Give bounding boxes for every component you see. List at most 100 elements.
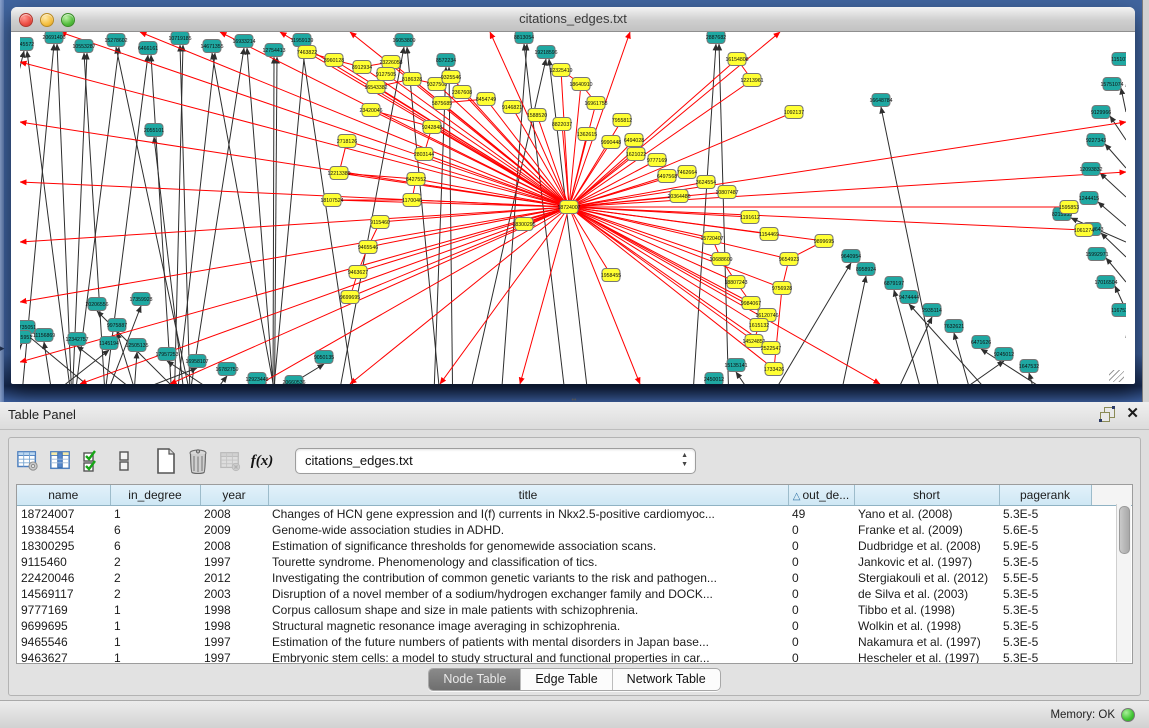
network-node[interactable]: 12505135 xyxy=(125,339,148,352)
network-node-selected[interactable]: 9242848 xyxy=(422,121,442,134)
network-node[interactable]: 20691406 xyxy=(42,32,65,44)
network-node-selected[interactable]: 2803144 xyxy=(414,148,434,161)
network-node-selected[interactable]: 10807487 xyxy=(715,186,738,199)
network-node-selected[interactable]: 9127505 xyxy=(376,68,396,81)
column-header-title[interactable]: title xyxy=(268,485,788,506)
network-node[interactable]: 1647532 xyxy=(1019,360,1039,373)
network-node-selected[interactable]: 1588520 xyxy=(527,109,547,122)
network-node-selected[interactable]: 20364486 xyxy=(667,190,690,203)
network-node-selected[interactable]: 8454749 xyxy=(476,93,496,106)
network-node-selected[interactable]: 9325546 xyxy=(441,71,461,84)
table-row[interactable]: 977716911998Corpus callosum shape and si… xyxy=(17,602,1132,618)
column-header-out_de[interactable]: △out_de... xyxy=(788,485,854,506)
network-node[interactable]: 1151074 xyxy=(1111,53,1126,66)
network-node-selected[interactable]: 2718126 xyxy=(337,135,357,148)
network-node-selected[interactable]: 1958455 xyxy=(601,269,621,282)
network-node[interactable]: 1167533 xyxy=(1111,304,1126,317)
table-row[interactable]: 1938455462009Genome-wide association stu… xyxy=(17,522,1132,538)
network-node-selected[interactable]: 8186328 xyxy=(402,73,422,86)
float-panel-button[interactable] xyxy=(1100,407,1114,421)
network-node[interactable]: 12754413 xyxy=(262,44,285,57)
network-node[interactable]: 20660536 xyxy=(282,376,305,385)
column-visibility-button[interactable] xyxy=(47,448,73,474)
network-node-selected[interactable]: 23226058 xyxy=(379,56,402,69)
network-node[interactable]: 1145194 xyxy=(99,337,119,350)
network-node[interactable]: 17359928 xyxy=(129,293,152,306)
network-node-selected[interactable]: 1595853 xyxy=(1059,201,1079,214)
network-node-selected[interactable]: 9990448 xyxy=(601,136,621,149)
network-node[interactable]: 3915951 xyxy=(20,331,32,344)
network-node-selected[interactable]: 16961758 xyxy=(584,97,607,110)
network-node[interactable]: 9227343 xyxy=(1086,134,1106,147)
network-node-selected[interactable]: 16154808 xyxy=(725,53,748,66)
tab-node-table[interactable]: Node Table xyxy=(429,669,521,690)
network-node-selected[interactable]: 1621022 xyxy=(626,148,646,161)
network-node-selected[interactable]: 8912934 xyxy=(352,61,372,74)
citation-network-graph[interactable]: 2045572206914061055328715278602646616110… xyxy=(20,32,1126,384)
network-node-selected[interactable]: 18300295 xyxy=(512,218,535,231)
column-header-short[interactable]: short xyxy=(854,485,999,506)
network-node-selected[interactable]: 8427552 xyxy=(406,173,426,186)
trash-button[interactable] xyxy=(185,448,211,474)
network-node[interactable]: 2055101 xyxy=(144,124,164,137)
network-node[interactable]: 8958924 xyxy=(856,263,876,276)
rows-button[interactable] xyxy=(111,448,137,474)
network-node[interactable]: 6466161 xyxy=(138,42,158,55)
delete-table-button[interactable] xyxy=(217,448,243,474)
new-document-button[interactable] xyxy=(153,448,179,474)
network-node[interactable]: 10719185 xyxy=(168,32,191,45)
table-row[interactable]: 2242004622012Investigating the contribut… xyxy=(17,570,1132,586)
column-header-in_degree[interactable]: in_degree xyxy=(110,485,200,506)
network-node[interactable]: 9050135 xyxy=(314,351,334,364)
network-node[interactable]: 15135141 xyxy=(724,359,747,372)
network-node-selected[interactable]: 9756928 xyxy=(772,282,792,295)
network-node-selected[interactable]: 1061274 xyxy=(1074,224,1094,237)
network-node[interactable]: 2935114 xyxy=(922,304,942,317)
collapse-arrow-icon[interactable]: ▸ xyxy=(0,341,8,355)
column-header-pagerank[interactable]: pagerank xyxy=(999,485,1091,506)
network-node[interactable]: 16933214 xyxy=(232,35,255,48)
table-settings-button[interactable] xyxy=(15,448,41,474)
network-node[interactable]: 15992971 xyxy=(1085,248,1108,261)
close-window-button[interactable] xyxy=(19,13,33,27)
network-node[interactable]: 16958107 xyxy=(185,355,208,368)
network-node-selected[interactable]: 9146821 xyxy=(502,101,522,114)
table-selector-dropdown[interactable]: citations_edges.txt ▲▼ xyxy=(295,448,696,474)
network-node-selected[interactable]: 10688609 xyxy=(709,253,732,266)
network-hub-node[interactable]: 18724007 xyxy=(557,201,580,214)
network-node[interactable]: 12342757 xyxy=(65,333,88,346)
network-node[interactable]: 15278602 xyxy=(104,34,127,47)
zoom-window-button[interactable] xyxy=(61,13,75,27)
network-node-selected[interactable]: 18807243 xyxy=(724,276,747,289)
network-node[interactable]: 2045572 xyxy=(20,38,34,51)
network-node[interactable]: 9245012 xyxy=(994,348,1014,361)
network-node[interactable]: 6879197 xyxy=(884,277,904,290)
table-row[interactable]: 946554611997Estimation of the future num… xyxy=(17,634,1132,650)
network-node[interactable]: 11156869 xyxy=(33,329,55,342)
network-node[interactable]: 8572234 xyxy=(436,54,456,67)
network-node-selected[interactable]: 9654923 xyxy=(779,253,799,266)
network-node-selected[interactable]: 9899695 xyxy=(814,235,834,248)
network-node-selected[interactable]: 3624554 xyxy=(696,176,716,189)
network-node-selected[interactable]: 2522547 xyxy=(761,342,781,355)
network-node-selected[interactable]: 8822037 xyxy=(552,118,572,131)
network-node[interactable]: 12923448 xyxy=(245,373,268,385)
network-node-selected[interactable]: 12325419 xyxy=(549,64,572,77)
table-row[interactable]: 1830029562008Estimation of significance … xyxy=(17,538,1132,554)
network-node[interactable]: 16648784 xyxy=(869,94,892,107)
tab-edge-table[interactable]: Edge Table xyxy=(521,669,612,690)
network-node[interactable]: 9129966 xyxy=(1091,106,1111,119)
network-node[interactable]: 8813054 xyxy=(514,32,534,44)
network-node[interactable]: 6471626 xyxy=(971,336,991,349)
close-panel-button[interactable]: ✕ xyxy=(1126,407,1139,421)
column-header-name[interactable]: name xyxy=(17,485,110,506)
tab-network-table[interactable]: Network Table xyxy=(613,669,720,690)
network-node-selected[interactable]: 1362615 xyxy=(577,128,597,141)
network-node-selected[interactable]: 15720407 xyxy=(700,232,723,245)
network-node[interactable]: 2450012 xyxy=(704,373,724,385)
network-node[interactable]: 17016504 xyxy=(1094,276,1117,289)
network-node-selected[interactable]: 9465546 xyxy=(358,241,378,254)
column-header-year[interactable]: year xyxy=(200,485,268,506)
network-node[interactable]: 12093832 xyxy=(1079,163,1102,176)
network-canvas[interactable]: 2045572206914061055328715278602646616110… xyxy=(20,32,1126,384)
